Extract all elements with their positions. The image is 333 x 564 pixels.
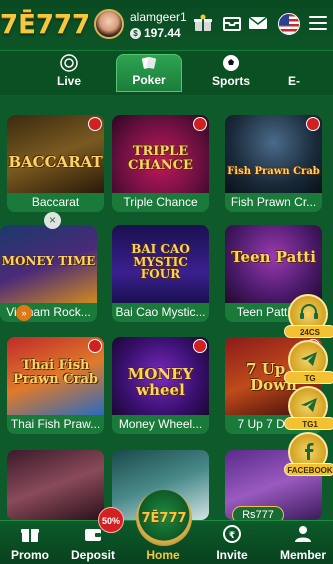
- hot-badge: [88, 117, 102, 131]
- game-art-title: MONEY TIME: [1, 254, 96, 268]
- game-card-vietnam-rock[interactable]: MONEY TIME Vietnam Rock...: [0, 225, 97, 322]
- hot-badge: [193, 117, 207, 131]
- tab-live[interactable]: Live: [36, 54, 102, 92]
- user-icon: [295, 526, 311, 542]
- game-art-title: Teen Patti: [231, 248, 316, 266]
- category-tabs: Live Poker Sports E-: [0, 50, 333, 95]
- soccer-ball-icon: [223, 55, 239, 71]
- tab-sports-label: Sports: [211, 74, 250, 88]
- nav-invite-label: Invite: [216, 548, 248, 562]
- game-art: BAI CAO MYSTIC FOUR: [112, 225, 209, 303]
- game-title: Baccarat: [7, 193, 104, 212]
- tg-label: TG: [284, 371, 333, 384]
- game-card-money-wheel[interactable]: MONEY wheel Money Wheel...: [112, 337, 209, 434]
- inbox-icon[interactable]: [222, 14, 242, 32]
- telegram-icon: [301, 398, 317, 412]
- home-orb-button[interactable]: 7Ē777: [136, 490, 192, 546]
- gift-icon[interactable]: [193, 14, 213, 32]
- tab-esports[interactable]: E-: [282, 54, 333, 92]
- mail-icon[interactable]: [248, 14, 268, 32]
- game-card-thai-fish-prawn[interactable]: Thai Fish Prawn Crab Thai Fish Praw...: [7, 337, 104, 434]
- hot-badge: [88, 339, 102, 353]
- game-title: Vietnam Rock...: [0, 303, 97, 322]
- telegram-icon: [301, 352, 317, 366]
- game-art-title: Thai Fish Prawn Crab: [13, 358, 98, 387]
- tab-poker-label: Poker: [132, 73, 166, 87]
- game-card-triple-chance[interactable]: TRIPLE CHANCE Triple Chance: [112, 115, 209, 212]
- collapse-icon[interactable]: »: [16, 305, 32, 321]
- game-art-title: BAI CAO MYSTIC FOUR: [131, 242, 190, 282]
- headset-icon: [300, 304, 318, 319]
- support-24cs-button[interactable]: 24CS: [284, 294, 333, 338]
- tg1-label: TG1: [284, 417, 333, 430]
- game-title: Thai Fish Praw...: [7, 415, 104, 434]
- game-card-bai-cao-mystic[interactable]: BAI CAO MYSTIC FOUR Bai Cao Mystic...: [112, 225, 209, 322]
- game-title: Fish Prawn Cr...: [225, 193, 322, 212]
- tab-poker[interactable]: Poker: [116, 54, 182, 92]
- balance-row: $ 197.44: [130, 26, 181, 40]
- facebook-label: FACEBOOK: [284, 463, 333, 476]
- game-card-baccarat[interactable]: BACCARAT Baccarat: [7, 115, 104, 212]
- game-grid: BACCARAT Baccarat TRIPLE CHANCE Triple C…: [0, 95, 333, 520]
- svg-text:₹: ₹: [229, 531, 235, 541]
- game-title: Money Wheel...: [112, 415, 209, 434]
- home-orb-logo: 7Ē777: [141, 510, 187, 526]
- nav-invite[interactable]: ₹ Invite: [202, 525, 262, 564]
- top-header: 7Ē777 alamgeer1 $ 197.44: [0, 0, 333, 50]
- hot-badge: [193, 339, 207, 353]
- game-art-title: BACCARAT: [8, 153, 103, 171]
- tab-esports-label: E-: [288, 74, 300, 88]
- nav-promo-label: Promo: [10, 548, 49, 562]
- hamburger-menu-icon[interactable]: [309, 16, 327, 30]
- game-title: Bai Cao Mystic...: [112, 303, 209, 322]
- game-art-title: MONEY wheel: [127, 365, 194, 399]
- username: alamgeer1: [130, 10, 187, 24]
- nav-promo[interactable]: Promo: [0, 525, 60, 564]
- game-art: Teen Patti: [225, 225, 322, 303]
- close-icon[interactable]: ×: [44, 212, 61, 229]
- telegram-tg1-button[interactable]: TG1: [284, 386, 333, 430]
- nav-deposit-label: Deposit: [70, 548, 115, 562]
- facebook-button[interactable]: FACEBOOK: [284, 432, 333, 476]
- nav-member-label: Member: [279, 548, 326, 562]
- balance-amount: 197.44: [144, 26, 181, 40]
- cards-icon: [141, 57, 157, 69]
- gift-box-icon: [21, 529, 39, 542]
- nav-member[interactable]: Member: [273, 525, 333, 564]
- us-flag-icon[interactable]: [278, 13, 300, 35]
- support-label: 24CS: [284, 325, 333, 338]
- user-avatar[interactable]: [94, 9, 124, 39]
- game-title: Triple Chance: [112, 193, 209, 212]
- game-art-title: Fish Prawn Crab: [227, 166, 320, 177]
- game-art: [7, 450, 104, 520]
- brand-logo[interactable]: 7Ē777: [0, 10, 90, 40]
- game-art-title: TRIPLE CHANCE: [128, 144, 193, 173]
- tab-live-label: Live: [56, 74, 81, 88]
- poker-chip-icon: [60, 54, 78, 72]
- game-card-fish-prawn-crab[interactable]: Fish Prawn Crab Fish Prawn Cr...: [225, 115, 322, 212]
- nav-home-label: Home: [146, 548, 180, 562]
- game-art: MONEY TIME: [0, 225, 97, 303]
- tab-sports[interactable]: Sports: [198, 54, 264, 92]
- facebook-icon: [305, 443, 314, 460]
- hot-badge: [306, 117, 320, 131]
- coin-invite-icon: ₹: [223, 525, 241, 543]
- telegram-tg-button[interactable]: TG: [284, 340, 333, 384]
- game-card[interactable]: [7, 450, 104, 520]
- discount-badge[interactable]: 50%: [98, 507, 124, 533]
- coin-icon: $: [130, 27, 141, 39]
